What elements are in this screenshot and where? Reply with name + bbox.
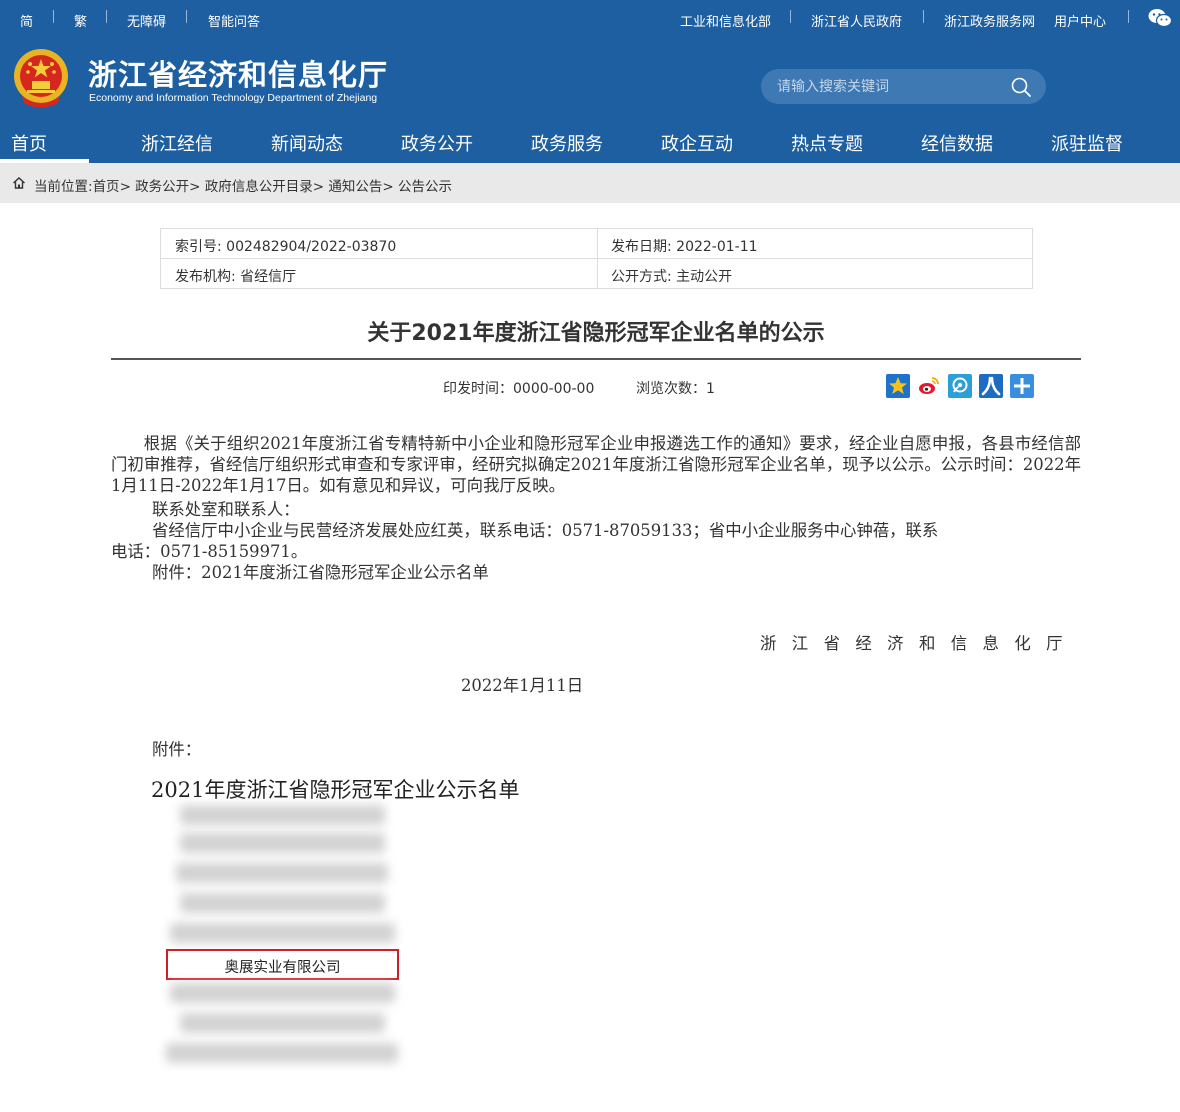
signature-date: 2022年1月11日 [461, 676, 584, 695]
topbar-divider [790, 10, 791, 23]
meta-org-value: 省经信厅 [240, 269, 297, 285]
print-time: 印发时间：0000-00-00 [443, 378, 594, 398]
view-count-label: 浏览次数： [636, 381, 706, 397]
blurred-company-row [170, 983, 395, 1003]
body-paragraph: 根据《关于组织2021年度浙江省专精特新中小企业和隐形冠军企业申报遴选工作的通知… [111, 434, 1081, 495]
blurred-company-row [180, 833, 385, 853]
breadcrumb-separator: > [382, 179, 394, 195]
breadcrumb-notices[interactable]: 通知公告 [328, 179, 382, 195]
view-count: 浏览次数：1 [636, 378, 715, 398]
nav-supervision[interactable]: 派驻监督 [1051, 130, 1123, 156]
article-title: 关于2021年度浙江省隐形冠军企业名单的公示 [367, 321, 825, 346]
meta-date: 发布日期: 2022-01-11 [611, 236, 758, 256]
meta-mode-label: 公开方式: [611, 269, 672, 285]
signature-department: 浙江省经济和信息化厅 [760, 634, 1078, 653]
nav-news[interactable]: 新闻动态 [271, 130, 343, 156]
meta-org-label: 发布机构: [175, 269, 236, 285]
miit-link[interactable]: 工业和信息化部 [680, 11, 771, 30]
user-center-link[interactable]: 用户中心 [1054, 11, 1106, 30]
site-title[interactable]: 浙江省经济和信息化厅 [88, 52, 388, 94]
title-divider [111, 358, 1081, 360]
highlighted-company-box: 奥展实业有限公司 [166, 949, 399, 980]
national-emblem-icon [14, 49, 68, 108]
meta-mode-value: 主动公开 [676, 269, 733, 285]
wechat-icon[interactable] [1148, 8, 1172, 28]
meta-divider [597, 229, 598, 288]
highlighted-company-name: 奥展实业有限公司 [224, 960, 341, 976]
more-share-icon[interactable] [1010, 374, 1034, 398]
smart-qa-link[interactable]: 智能问答 [208, 11, 260, 30]
breadcrumb-separator: > [312, 179, 325, 195]
site-subtitle: Economy and Information Technology Depar… [89, 92, 378, 104]
search-input[interactable] [777, 69, 1007, 104]
nav-data[interactable]: 经信数据 [921, 130, 993, 156]
nav-government-affairs[interactable]: 政务公开 [401, 130, 473, 156]
meta-index: 索引号: 002482904/2022-03870 [175, 236, 396, 256]
breadcrumb-separator: > [189, 179, 201, 195]
nav-government-services[interactable]: 政务服务 [531, 130, 603, 156]
breadcrumb-home[interactable]: 首页 [93, 179, 120, 195]
main-nav: 首页 浙江经信 新闻动态 政务公开 政务服务 政企互动 热点专题 经信数据 派驻… [0, 124, 1180, 163]
zhejiang-service-link[interactable]: 浙江政务服务网 [944, 11, 1035, 30]
accessibility-link[interactable]: 无障碍 [127, 11, 166, 30]
nav-zhejiang-jingxin[interactable]: 浙江经信 [141, 130, 213, 156]
blurred-company-row [180, 893, 385, 913]
topbar-divider [1128, 10, 1129, 23]
renren-icon[interactable] [979, 374, 1003, 398]
meta-date-label: 发布日期: [611, 239, 672, 255]
topbar-divider [923, 10, 924, 23]
breadcrumb: 当前位置:首页> 政务公开> 政府信息公开目录> 通知公告> 公告公示 [0, 163, 1180, 203]
search-box [761, 69, 1046, 104]
topbar-divider [186, 10, 187, 23]
attachment-label: 附件： [152, 740, 202, 759]
nav-interaction[interactable]: 政企互动 [661, 130, 733, 156]
meta-index-label: 索引号: [175, 239, 222, 255]
view-count-value: 1 [706, 381, 715, 397]
topbar-divider [53, 10, 54, 23]
meta-org: 发布机构: 省经信厅 [175, 266, 296, 286]
topbar-divider [106, 10, 107, 23]
blurred-company-row [180, 805, 385, 825]
meta-date-value: 2022-01-11 [676, 239, 758, 255]
nav-hot-topics[interactable]: 热点专题 [791, 130, 863, 156]
simplified-chinese-link[interactable]: 简 [20, 11, 33, 30]
breadcrumb-government-affairs[interactable]: 政务公开 [135, 179, 189, 195]
breadcrumb-announcements[interactable]: 公告公示 [398, 179, 452, 195]
weibo-icon[interactable] [917, 374, 941, 398]
meta-mode: 公开方式: 主动公开 [611, 266, 732, 286]
meta-index-value: 002482904/2022-03870 [226, 239, 397, 255]
traditional-chinese-link[interactable]: 繁 [74, 11, 87, 30]
breadcrumb-prefix: 当前位置: [34, 179, 93, 195]
breadcrumb-info-catalog[interactable]: 政府信息公开目录 [205, 179, 313, 195]
blurred-company-row [176, 863, 388, 883]
search-icon[interactable] [1010, 76, 1032, 98]
print-time-value: 0000-00-00 [513, 381, 595, 397]
qzone-star-icon[interactable] [886, 374, 910, 398]
site-header: 简 繁 无障碍 智能问答 工业和信息化部 浙江省人民政府 浙江政务服务网 用户中… [0, 0, 1180, 163]
blurred-company-row [166, 1043, 398, 1063]
print-time-label: 印发时间： [443, 381, 513, 397]
blurred-company-row [170, 923, 395, 943]
home-icon [13, 177, 25, 189]
zhejiang-gov-link[interactable]: 浙江省人民政府 [811, 11, 902, 30]
breadcrumb-separator: > [119, 179, 131, 195]
blurred-company-row [180, 1013, 385, 1033]
attachment-list-title: 2021年度浙江省隐形冠军企业公示名单 [151, 778, 520, 802]
top-bar: 简 繁 无障碍 智能问答 工业和信息化部 浙江省人民政府 浙江政务服务网 用户中… [0, 0, 1180, 38]
attachment-link[interactable]: 附件：2021年度浙江省隐形冠军企业公示名单 [152, 559, 489, 583]
document-meta-table: 索引号: 002482904/2022-03870 发布日期: 2022-01-… [160, 228, 1033, 289]
nav-home[interactable]: 首页 [11, 130, 47, 156]
tencent-weibo-icon[interactable] [948, 374, 972, 398]
